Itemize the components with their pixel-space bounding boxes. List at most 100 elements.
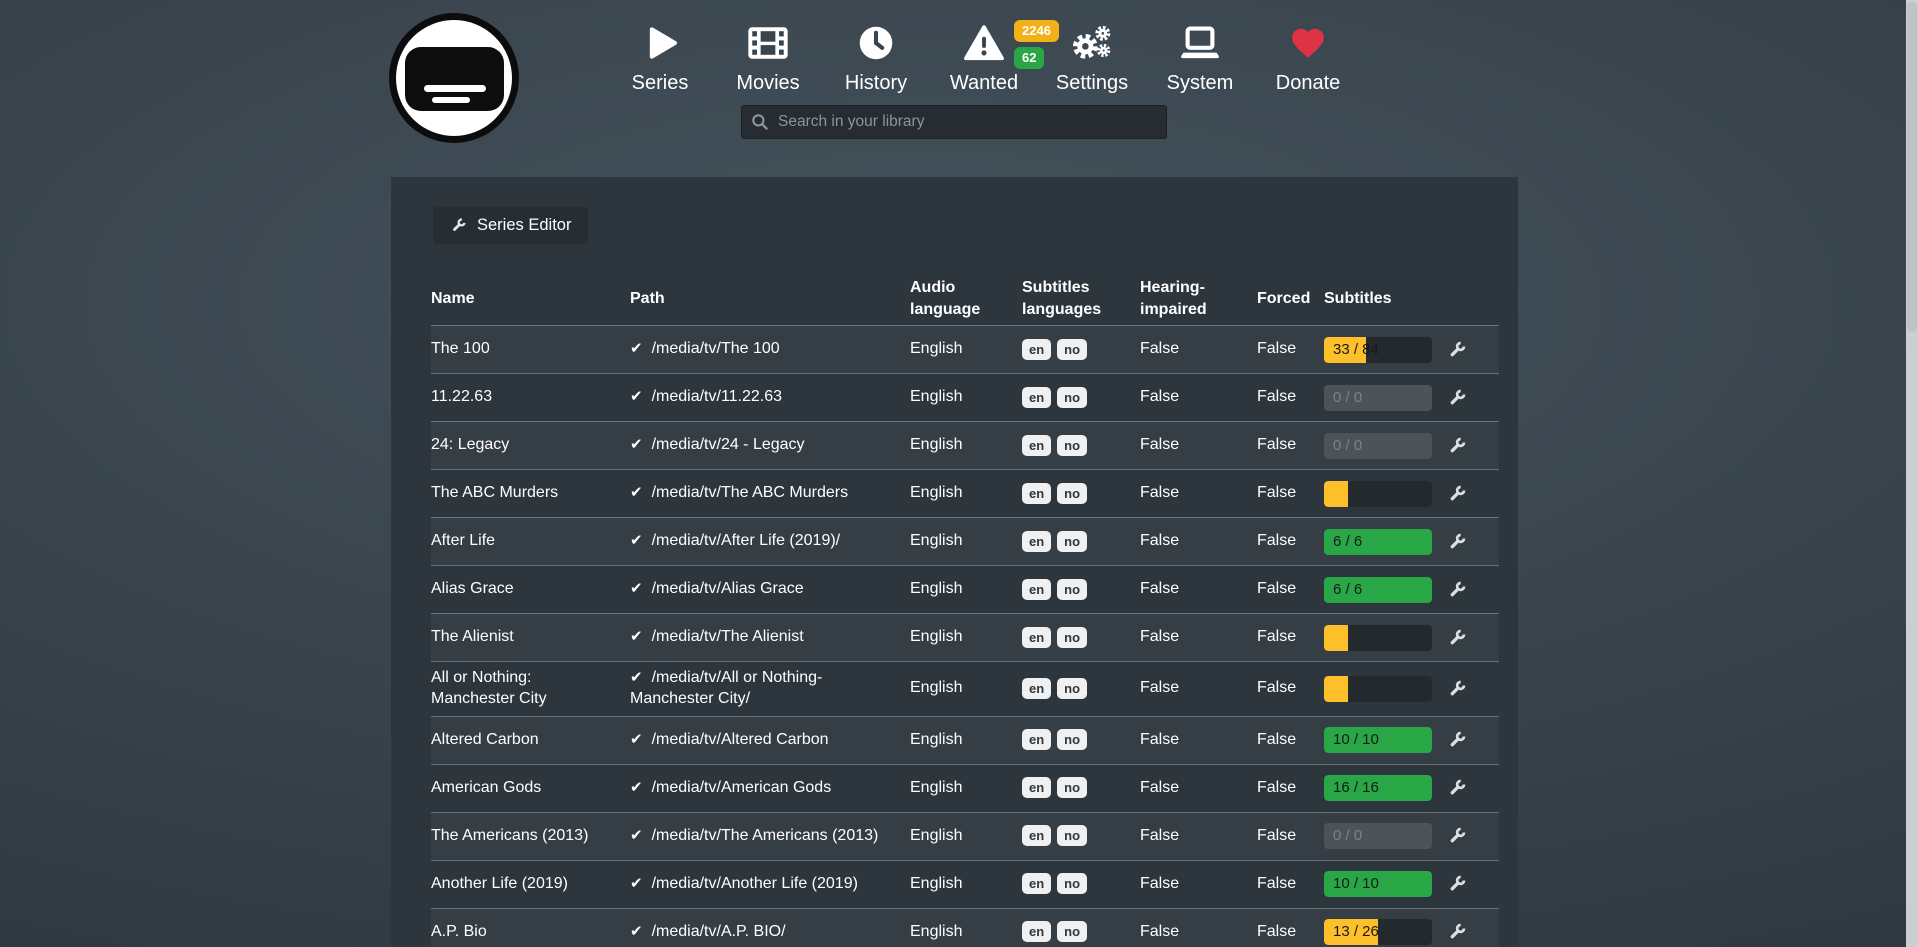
edit-series-button[interactable] xyxy=(1445,386,1469,410)
nav-item-movies[interactable]: Movies xyxy=(714,20,822,95)
edit-series-button[interactable] xyxy=(1445,530,1469,554)
check-icon: ✔ xyxy=(630,731,643,748)
top-navigation: Series Movies History xyxy=(606,20,1362,95)
language-badge: no xyxy=(1057,921,1087,942)
language-badge: en xyxy=(1022,873,1051,894)
hearing-impaired-value: False xyxy=(1140,429,1257,462)
language-badge: en xyxy=(1022,339,1051,360)
heart-icon xyxy=(1288,20,1328,66)
subtitles-languages-badges: enno xyxy=(1022,723,1140,757)
series-name[interactable]: The Alienist xyxy=(431,621,630,654)
series-name[interactable]: 11.22.63 xyxy=(431,381,630,414)
series-editor-button[interactable]: Series Editor xyxy=(433,207,588,244)
wrench-icon xyxy=(1447,436,1467,456)
forced-value: False xyxy=(1257,333,1324,366)
nav-item-history[interactable]: History xyxy=(822,20,930,95)
series-path: ✔/media/tv/24 - Legacy xyxy=(630,429,910,462)
wrench-icon xyxy=(1447,778,1467,798)
subtitles-languages-badges: enno xyxy=(1022,867,1140,901)
nav-item-wanted[interactable]: Wanted 2246 62 xyxy=(930,20,1038,95)
subtitles-languages-badges: enno xyxy=(1022,381,1140,415)
series-name[interactable]: 24: Legacy xyxy=(431,429,630,462)
library-search xyxy=(741,105,1167,139)
nav-item-system[interactable]: System xyxy=(1146,20,1254,95)
nav-item-donate[interactable]: Donate xyxy=(1254,20,1362,95)
series-name[interactable]: A.P. Bio xyxy=(431,916,630,947)
series-path: ✔/media/tv/The Americans (2013) xyxy=(630,820,910,853)
search-icon xyxy=(751,113,769,131)
forced-value: False xyxy=(1257,820,1324,853)
series-name[interactable]: Another Life (2019) xyxy=(431,868,630,901)
check-icon: ✔ xyxy=(630,923,643,940)
series-name[interactable]: The ABC Murders xyxy=(431,477,630,510)
language-badge: en xyxy=(1022,531,1051,552)
edit-series-button[interactable] xyxy=(1445,482,1469,506)
wrench-icon xyxy=(1447,874,1467,894)
check-icon: ✔ xyxy=(630,669,643,686)
search-input[interactable] xyxy=(778,113,1157,131)
hearing-impaired-value: False xyxy=(1140,916,1257,947)
nav-label: Wanted xyxy=(950,72,1018,95)
edit-series-button[interactable] xyxy=(1445,578,1469,602)
check-icon: ✔ xyxy=(630,875,643,892)
edit-series-button[interactable] xyxy=(1445,626,1469,650)
bazarr-logo[interactable] xyxy=(389,13,519,143)
subtitles-languages-badges: enno xyxy=(1022,477,1140,511)
wrench-icon xyxy=(1447,580,1467,600)
hearing-impaired-value: False xyxy=(1140,381,1257,414)
edit-series-button[interactable] xyxy=(1445,824,1469,848)
subtitles-progress-bar: 0 / 0 xyxy=(1324,823,1432,849)
nav-label: Movies xyxy=(736,72,799,95)
edit-series-button[interactable] xyxy=(1445,434,1469,458)
check-icon: ✔ xyxy=(630,580,643,597)
series-name[interactable]: American Gods xyxy=(431,772,630,805)
edit-series-button[interactable] xyxy=(1445,872,1469,896)
check-icon: ✔ xyxy=(630,532,643,549)
language-badge: en xyxy=(1022,579,1051,600)
series-name[interactable]: After Life xyxy=(431,525,630,558)
edit-series-button[interactable] xyxy=(1445,776,1469,800)
series-name[interactable]: Altered Carbon xyxy=(431,724,630,757)
language-badge: no xyxy=(1057,339,1087,360)
language-badge: no xyxy=(1057,579,1087,600)
hearing-impaired-value: False xyxy=(1140,868,1257,901)
subtitles-progress-bar: 16 / 16 xyxy=(1324,775,1432,801)
series-editor-label: Series Editor xyxy=(477,216,571,235)
table-row: A.P. Bio ✔/media/tv/A.P. BIO/ English en… xyxy=(431,908,1499,947)
edit-series-button[interactable] xyxy=(1445,728,1469,752)
series-path: ✔/media/tv/Alias Grace xyxy=(630,573,910,606)
series-name[interactable]: Alias Grace xyxy=(431,573,630,606)
subtitles-progress-bar xyxy=(1324,481,1432,507)
nav-item-series[interactable]: Series xyxy=(606,20,714,95)
edit-series-button[interactable] xyxy=(1445,677,1469,701)
forced-value: False xyxy=(1257,429,1324,462)
table-row: The Alienist ✔/media/tv/The Alienist Eng… xyxy=(431,613,1499,661)
language-badge: en xyxy=(1022,729,1051,750)
audio-language-value: English xyxy=(910,621,1022,654)
hearing-impaired-value: False xyxy=(1140,621,1257,654)
page-scrollbar[interactable] xyxy=(1906,0,1918,947)
series-path: ✔/media/tv/11.22.63 xyxy=(630,381,910,414)
series-name[interactable]: The Americans (2013) xyxy=(431,820,630,853)
nav-item-settings[interactable]: Settings xyxy=(1038,20,1146,95)
edit-series-button[interactable] xyxy=(1445,338,1469,362)
subtitles-progress-bar xyxy=(1324,625,1432,651)
edit-series-button[interactable] xyxy=(1445,920,1469,944)
wrench-icon xyxy=(1447,628,1467,648)
subtitles-languages-badges: enno xyxy=(1022,333,1140,367)
table-row: The ABC Murders ✔/media/tv/The ABC Murde… xyxy=(431,469,1499,517)
audio-language-value: English xyxy=(910,525,1022,558)
series-name[interactable]: All or Nothing: Manchester City xyxy=(431,662,630,716)
header-forced: Forced xyxy=(1257,288,1324,310)
hearing-impaired-value: False xyxy=(1140,525,1257,558)
forced-value: False xyxy=(1257,672,1324,705)
forced-value: False xyxy=(1257,381,1324,414)
forced-value: False xyxy=(1257,916,1324,947)
hearing-impaired-value: False xyxy=(1140,573,1257,606)
series-name[interactable]: The 100 xyxy=(431,333,630,366)
scrollbar-thumb[interactable] xyxy=(1907,2,1917,332)
language-badge: no xyxy=(1057,387,1087,408)
subtitles-progress-bar: 0 / 0 xyxy=(1324,433,1432,459)
nav-label: History xyxy=(845,72,907,95)
audio-language-value: English xyxy=(910,333,1022,366)
